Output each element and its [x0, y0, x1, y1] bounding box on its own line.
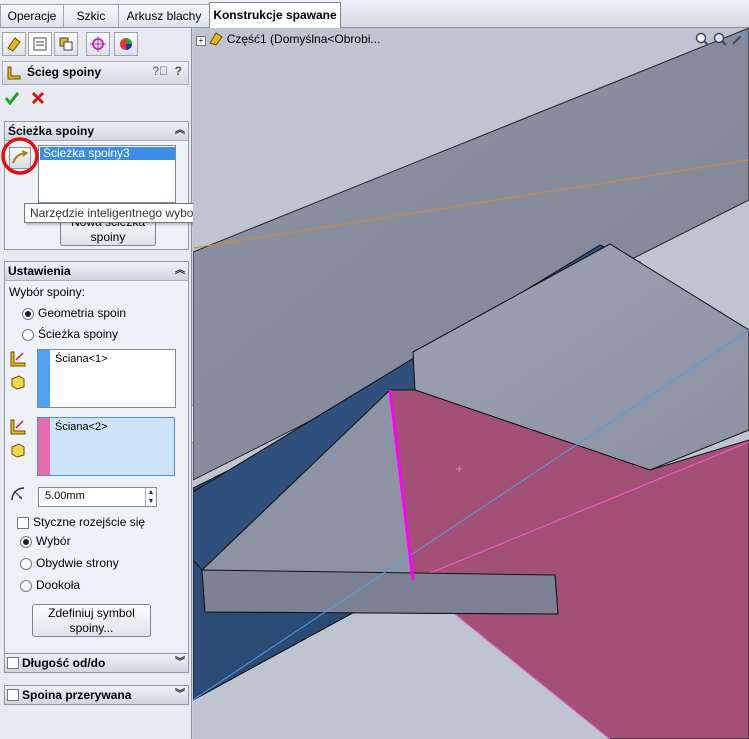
part-icon [209, 32, 224, 46]
help-button[interactable]: ? [175, 64, 182, 78]
zoom-area-icon[interactable] [713, 32, 727, 46]
face-set-2-item[interactable]: Ściana<2> [55, 421, 108, 433]
all-around-label: Dookoła [36, 578, 81, 592]
tangent-propagation-checkbox[interactable] [17, 517, 29, 529]
appearance-icon [120, 38, 132, 50]
property-manager: Ścieg spoiny ?⃝ ? Ścieżka spoiny ︽ Ścież… [0, 28, 249, 739]
radio-both-sides[interactable] [20, 558, 32, 570]
graphics-area[interactable]: + + + Część1 (Domyślna<Obrobi... [193, 28, 749, 739]
length-checkbox[interactable] [7, 657, 19, 669]
radio-selection-side[interactable] [20, 536, 32, 548]
feature-manager-tab[interactable] [2, 32, 26, 56]
tab-operacje[interactable]: Operacje [0, 4, 64, 27]
dimxpert-tab[interactable] [86, 32, 110, 56]
weld-selection-label: Wybór spoiny: [9, 285, 85, 299]
face-set-1-icon [10, 351, 26, 367]
part-name[interactable]: Część1 (Domyślna<Obrobi... [227, 32, 381, 46]
ok-check-icon[interactable] [4, 90, 20, 106]
face-set-1-list[interactable]: Ściana<1> [37, 349, 176, 408]
face-cube-icon [11, 375, 25, 390]
weld-path-list[interactable]: Ścieżka spoiny3 [38, 145, 176, 203]
selection-side-label: Wybór [36, 534, 71, 548]
face-set-1-item[interactable]: Ściana<1> [55, 353, 108, 365]
intermittent-section: Spoina przerywana ︾ [4, 685, 189, 705]
expand-chevron-icon[interactable]: ︾ [175, 686, 185, 704]
cancel-x-icon[interactable] [30, 90, 46, 106]
face-cube-icon [11, 443, 25, 458]
view-toolbar [695, 32, 745, 46]
settings-title: Ustawienia [8, 264, 71, 278]
weld-path-option-label: Ścieżka spoiny [38, 327, 119, 341]
previous-view-icon[interactable] [731, 32, 745, 46]
svg-text:+: + [329, 454, 337, 465]
face-set-2-list[interactable]: Ściana<2> [37, 417, 175, 476]
settings-header[interactable]: Ustawienia ︽ [5, 262, 188, 281]
face-set-2-icon [10, 419, 26, 435]
both-sides-label: Obydwie strony [36, 556, 119, 570]
define-weld-symbol-button[interactable]: Zdefiniuj symbol spoiny... [32, 604, 151, 637]
settings-section: Ustawienia ︽ Wybór spoiny: Geometria spo… [4, 261, 189, 669]
property-manager-tab[interactable] [28, 32, 52, 56]
configuration-icon [59, 37, 73, 51]
display-manager-tab[interactable] [114, 32, 138, 56]
intermittent-checkbox[interactable] [7, 689, 19, 701]
zoom-to-fit-icon[interactable] [695, 32, 709, 46]
bead-size-input[interactable]: 5.00mm ▲ ▼ [38, 487, 157, 507]
collapse-chevron-icon[interactable]: ︽ [175, 122, 185, 140]
define-weld-symbol-label: Zdefiniuj symbol spoiny... [48, 606, 135, 635]
bead-size-value: 5.00mm [45, 490, 85, 502]
property-icon [33, 37, 47, 51]
weld-path-list-item[interactable]: Ścieżka spoiny3 [40, 147, 175, 160]
tree-expand-icon[interactable]: + [196, 36, 206, 46]
tab-szkic[interactable]: Szkic [63, 4, 119, 27]
radio-weld-path[interactable] [22, 329, 34, 341]
face-set-2-color [38, 418, 50, 475]
weld-bead-icon [7, 66, 21, 80]
model-render: + + [193, 28, 749, 739]
expand-chevron-icon[interactable]: ︾ [175, 654, 185, 672]
tab-arkusz-blachy[interactable]: Arkusz blachy [118, 4, 210, 27]
svg-text:+: + [455, 464, 463, 475]
radio-weld-geometry[interactable] [22, 308, 34, 320]
face-set-1-color [38, 350, 50, 407]
command-manager-tabs: Operacje Szkic Arkusz blachy Konstrukcje… [0, 0, 749, 28]
feature-title-bar: Ścieg spoiny ?⃝ ? [2, 61, 189, 85]
configuration-manager-tab[interactable] [54, 32, 78, 56]
length-header[interactable]: Długość od/do ︾ [5, 654, 188, 672]
tab-konstrukcje-spawane[interactable]: Konstrukcje spawane [209, 2, 341, 28]
feature-tree-icon [7, 37, 21, 52]
flyout-tree: + Część1 (Domyślna<Obrobi... [196, 32, 380, 46]
bead-size-icon [11, 487, 25, 501]
help-question-icon[interactable]: ?⃝ [152, 64, 168, 78]
feature-title: Ścieg spoiny [27, 65, 102, 79]
length-section: Długość od/do ︾ [4, 653, 189, 673]
intermittent-header[interactable]: Spoina przerywana ︾ [5, 686, 188, 704]
weld-geometry-label: Geometria spoin [38, 306, 127, 320]
highlight-circle [1, 137, 39, 175]
crosshair-icon [90, 36, 106, 52]
length-title: Długość od/do [22, 656, 106, 670]
tangent-propagation-label: Styczne rozejście się [33, 515, 146, 529]
intermittent-title: Spoina przerywana [22, 688, 132, 702]
radio-all-around[interactable] [20, 580, 32, 592]
collapse-chevron-icon[interactable]: ︽ [175, 262, 185, 280]
size-spinner[interactable]: ▲ ▼ [145, 488, 156, 506]
